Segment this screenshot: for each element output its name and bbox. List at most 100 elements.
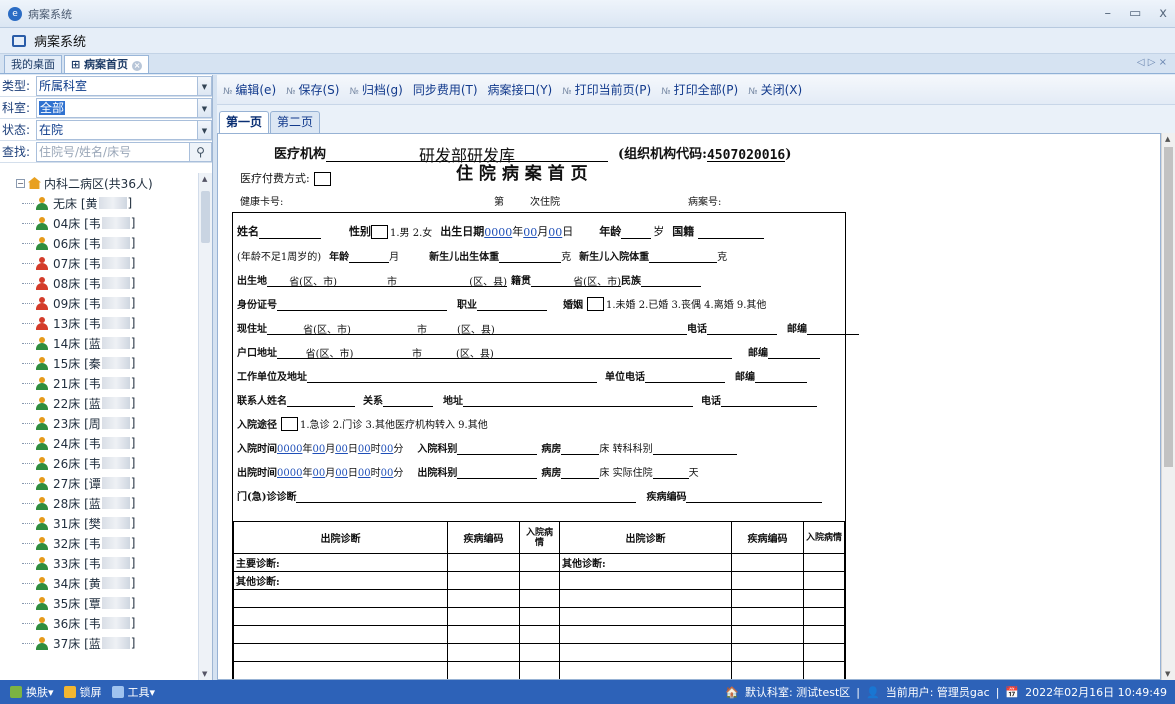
hukou-county[interactable]: (区、县) bbox=[452, 345, 732, 360]
list-item[interactable]: 无床 [黄] bbox=[0, 193, 198, 213]
table-row[interactable] bbox=[233, 661, 845, 679]
dis-day[interactable]: 00 bbox=[335, 468, 348, 479]
addr-province[interactable]: 省(区、市) bbox=[267, 321, 387, 336]
nation-field[interactable] bbox=[698, 225, 765, 239]
list-item[interactable]: 07床 [韦] bbox=[0, 253, 198, 273]
archive-button[interactable]: № 归档(g) bbox=[349, 81, 402, 98]
list-item[interactable]: 27床 [谭] bbox=[0, 473, 198, 493]
job-field[interactable] bbox=[477, 297, 547, 311]
collapse-icon[interactable]: − bbox=[16, 178, 25, 188]
list-item[interactable]: 32床 [韦] bbox=[0, 533, 198, 553]
table-row[interactable] bbox=[233, 607, 845, 626]
hukou-city[interactable]: 市 bbox=[382, 345, 452, 360]
ethnic-field[interactable] bbox=[641, 273, 701, 287]
phone-field[interactable] bbox=[707, 321, 777, 335]
chevron-down-icon[interactable]: ▼ bbox=[198, 97, 212, 118]
birth-month[interactable]: 00 bbox=[523, 226, 537, 239]
list-item[interactable]: 09床 [韦] bbox=[0, 293, 198, 313]
nb-weight-field[interactable] bbox=[499, 249, 562, 263]
admit-year[interactable]: 0000 bbox=[277, 444, 302, 455]
list-item[interactable]: 14床 [蓝] bbox=[0, 333, 198, 353]
list-item[interactable]: 26床 [韦] bbox=[0, 453, 198, 473]
list-item[interactable]: 23床 [周] bbox=[0, 413, 198, 433]
dis-minute[interactable]: 00 bbox=[381, 468, 394, 479]
chevron-down-icon[interactable]: ▼ bbox=[198, 119, 212, 140]
contact-field[interactable] bbox=[287, 393, 355, 407]
list-item[interactable]: 24床 [韦] bbox=[0, 433, 198, 453]
tab-page-1[interactable]: 第一页 bbox=[219, 111, 270, 133]
birth-province[interactable]: 省(区、市) bbox=[267, 273, 337, 288]
tree-scrollbar[interactable]: ▲ ▼ bbox=[198, 173, 212, 680]
close-button[interactable]: № 关闭(X) bbox=[748, 81, 802, 98]
maximize-button[interactable]: ▭ bbox=[1129, 6, 1141, 21]
tab-nav-arrows[interactable]: ◁ ▷ × bbox=[1137, 57, 1167, 68]
tab-case-home[interactable]: ⊞ 病案首页 × bbox=[64, 55, 150, 73]
skin-button[interactable]: 换肤 ▾ bbox=[10, 684, 54, 700]
status-select[interactable]: 在院 bbox=[36, 119, 198, 140]
search-icon[interactable]: ⚲ bbox=[190, 141, 212, 162]
list-item[interactable]: 35床 [覃] bbox=[0, 593, 198, 613]
zip-field[interactable] bbox=[807, 321, 859, 335]
lock-button[interactable]: 锁屏 bbox=[63, 684, 102, 700]
list-item[interactable]: 04床 [韦] bbox=[0, 213, 198, 233]
birth-day[interactable]: 00 bbox=[548, 226, 562, 239]
tab-desktop[interactable]: 我的桌面 bbox=[4, 55, 62, 73]
list-item[interactable]: 34床 [黄] bbox=[0, 573, 198, 593]
admit-dept-field[interactable] bbox=[457, 441, 538, 455]
table-row[interactable] bbox=[233, 643, 845, 662]
contact-phone-field[interactable] bbox=[721, 393, 817, 407]
search-input[interactable]: 住院号/姓名/床号 bbox=[36, 141, 190, 162]
tools-button[interactable]: 工具 ▾ bbox=[111, 684, 155, 700]
print-page-button[interactable]: № 打印当前页(P) bbox=[562, 81, 651, 98]
relation-field[interactable] bbox=[383, 393, 433, 407]
id-field[interactable] bbox=[277, 297, 447, 311]
table-row[interactable]: 主要诊断: 其他诊断: bbox=[233, 553, 845, 572]
admit-minute[interactable]: 00 bbox=[381, 444, 394, 455]
list-item[interactable]: 28床 [蓝] bbox=[0, 493, 198, 513]
contact-address-field[interactable] bbox=[463, 393, 693, 407]
pay-checkbox[interactable] bbox=[313, 172, 331, 186]
sync-cost-button[interactable]: 同步费用(T) bbox=[413, 81, 478, 98]
table-row[interactable]: 其他诊断: bbox=[233, 571, 845, 590]
native-province[interactable]: 省(区、市) bbox=[531, 273, 621, 288]
list-item[interactable]: 33床 [韦] bbox=[0, 553, 198, 573]
admit-hour[interactable]: 00 bbox=[358, 444, 371, 455]
org-code-value[interactable]: 4507020016 bbox=[706, 148, 786, 163]
infant-age-field[interactable] bbox=[349, 249, 390, 263]
tree-root[interactable]: − 内科二病区(共36人) bbox=[0, 173, 198, 193]
print-all-button[interactable]: № 打印全部(P) bbox=[661, 81, 738, 98]
sex-checkbox[interactable] bbox=[371, 225, 388, 239]
nb-in-weight-field[interactable] bbox=[649, 249, 718, 263]
dis-year[interactable]: 0000 bbox=[277, 468, 302, 479]
transfer-field[interactable] bbox=[652, 441, 737, 455]
dept-select[interactable]: 全部 bbox=[36, 97, 198, 118]
name-field[interactable] bbox=[259, 225, 321, 239]
list-item[interactable]: 13床 [韦] bbox=[0, 313, 198, 333]
minimize-button[interactable]: – bbox=[1105, 6, 1112, 21]
birth-county[interactable]: (区、县) bbox=[447, 273, 507, 288]
admit-month[interactable]: 00 bbox=[312, 444, 325, 455]
list-item[interactable]: 06床 [韦] bbox=[0, 233, 198, 253]
hukou-province[interactable]: 省(区、市) bbox=[277, 345, 382, 360]
close-tab-icon[interactable]: × bbox=[132, 61, 143, 71]
dis-ward-field[interactable] bbox=[561, 465, 600, 479]
actual-stay-field[interactable] bbox=[652, 465, 689, 479]
birth-year[interactable]: 0000 bbox=[484, 226, 512, 239]
case-interface-button[interactable]: 病案接口(Y) bbox=[488, 81, 553, 98]
work-phone-field[interactable] bbox=[645, 369, 725, 383]
marriage-checkbox[interactable] bbox=[587, 297, 604, 311]
addr-county[interactable]: (区、县) bbox=[457, 321, 687, 336]
chevron-down-icon[interactable]: ▼ bbox=[198, 75, 212, 96]
outpatient-diag-field[interactable] bbox=[296, 489, 637, 503]
list-item[interactable]: 21床 [韦] bbox=[0, 373, 198, 393]
save-button[interactable]: № 保存(S) bbox=[286, 81, 339, 98]
table-row[interactable] bbox=[233, 625, 845, 644]
addr-city[interactable]: 市 bbox=[387, 321, 457, 336]
admit-ward-field[interactable] bbox=[561, 441, 600, 455]
list-item[interactable]: 22床 [蓝] bbox=[0, 393, 198, 413]
list-item[interactable]: 31床 [樊] bbox=[0, 513, 198, 533]
dis-month[interactable]: 00 bbox=[312, 468, 325, 479]
type-select[interactable]: 所属科室 bbox=[36, 75, 198, 96]
outpatient-code-field[interactable] bbox=[686, 489, 823, 503]
dis-hour[interactable]: 00 bbox=[358, 468, 371, 479]
